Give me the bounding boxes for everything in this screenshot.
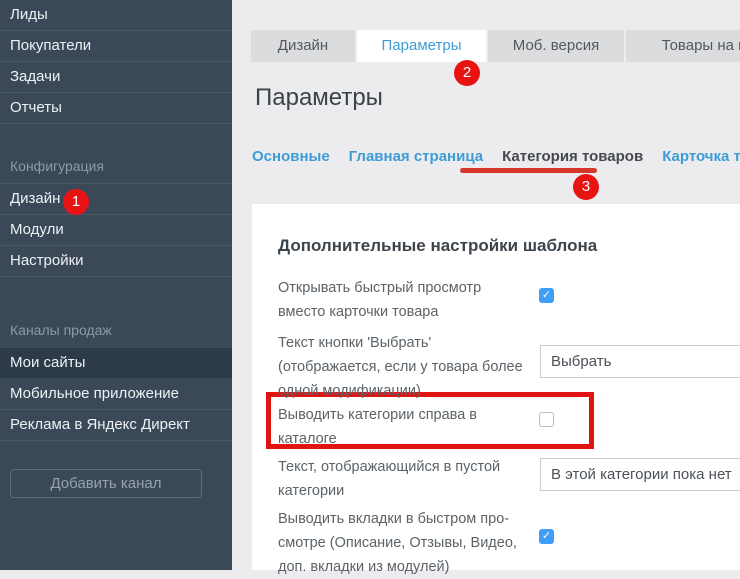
tab-mobile-version[interactable]: Моб. версия [488,30,624,62]
annotation-underline [460,168,597,173]
input-select-button-text[interactable] [540,345,740,378]
sidebar: Лиды Покупатели Задачи Отчеты Конфигурац… [0,0,232,570]
setting-label-empty-category-text: Текст, отображающийся в пустой категории [278,455,528,503]
subtab-home-page[interactable]: Главная страница [349,148,483,165]
sidebar-section-configuration: Конфигурация [0,150,232,183]
sidebar-top-group: Лиды Покупатели Задачи Отчеты [0,0,232,124]
main-tab-bar: Дизайн Параметры Моб. версия Товары на г… [251,30,740,62]
sidebar-item-customers[interactable]: Покупатели [0,31,232,62]
checkbox-quick-view[interactable]: ✓ [539,288,554,303]
sidebar-item-leads[interactable]: Лиды [0,0,232,31]
tab-products-on-home[interactable]: Товары на гла [626,30,740,62]
tab-design[interactable]: Дизайн [251,30,355,62]
subtab-product-card[interactable]: Карточка товара [662,148,740,165]
sidebar-item-mobile-app[interactable]: Мобильное приложение [0,379,232,410]
sidebar-item-my-sites[interactable]: Мои сайты [0,347,232,379]
tab-parameters[interactable]: Параметры [357,30,486,62]
subtab-bar: Основные Главная страница Категория това… [252,148,740,165]
annotation-badge-2: 2 [454,60,480,86]
subtab-basic[interactable]: Основные [252,148,330,165]
sidebar-item-tasks[interactable]: Задачи [0,62,232,93]
page-title: Параметры [255,84,383,112]
annotation-badge-3: 3 [573,174,599,200]
sidebar-item-yandex-direct[interactable]: Реклама в Яндекс Директ [0,410,232,441]
add-channel-button[interactable]: Добавить канал [10,469,202,498]
sidebar-item-modules[interactable]: Модули [0,215,232,246]
setting-label-categories-right: Выводить категории справа в каталоге [278,403,483,451]
setting-label-quick-view-tabs: Выводить вкладки в быстром про-смотре (О… [278,507,528,579]
section-heading: Дополнительные настройки шаблона [278,236,597,256]
sidebar-section-sales-channels: Каналы продаж [0,313,232,347]
sidebar-config-group: Дизайн Модули Настройки [0,183,232,277]
setting-label-quick-view: Открывать быстрый просмотр вместо карточ… [278,276,528,324]
setting-label-select-button-text: Текст кнопки 'Выбрать' (отображается, ес… [278,331,528,403]
annotation-badge-1: 1 [63,189,89,215]
sidebar-item-design[interactable]: Дизайн [0,183,232,215]
input-empty-category-text[interactable] [540,458,740,491]
subtab-product-category[interactable]: Категория товаров [502,148,643,165]
checkbox-quick-view-tabs[interactable]: ✓ [539,529,554,544]
sidebar-channels-group: Мои сайты Мобильное приложение Реклама в… [0,347,232,441]
checkbox-categories-right[interactable] [539,412,554,427]
sidebar-item-reports[interactable]: Отчеты [0,93,232,124]
sidebar-item-settings[interactable]: Настройки [0,246,232,277]
